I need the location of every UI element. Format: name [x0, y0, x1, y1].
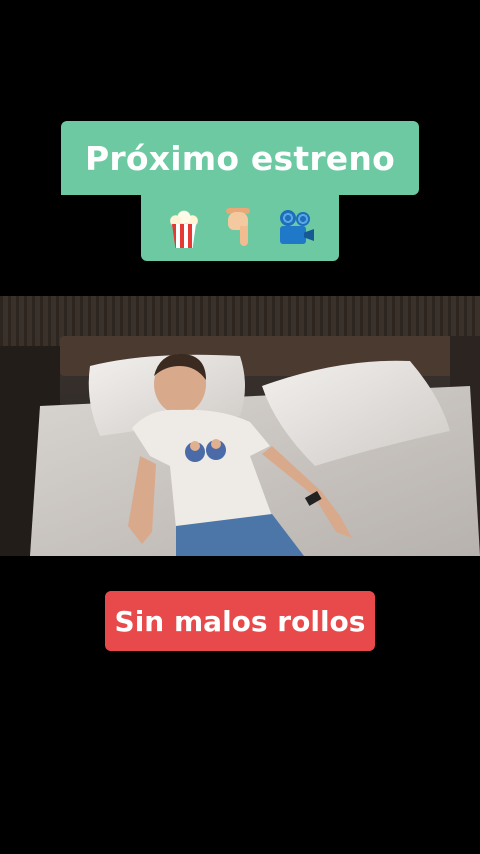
video-frame[interactable] [0, 296, 480, 556]
caption-title: Próximo estreno [61, 121, 419, 195]
bed-scene-image [0, 296, 480, 556]
movie-camera-icon [278, 208, 314, 248]
popcorn-icon [166, 208, 202, 248]
pointing-down-hand-icon [222, 208, 258, 248]
bottom-caption: Sin malos rollos [105, 591, 375, 651]
caption-emoji-row [141, 195, 339, 261]
top-caption: Próximo estreno [0, 121, 480, 261]
